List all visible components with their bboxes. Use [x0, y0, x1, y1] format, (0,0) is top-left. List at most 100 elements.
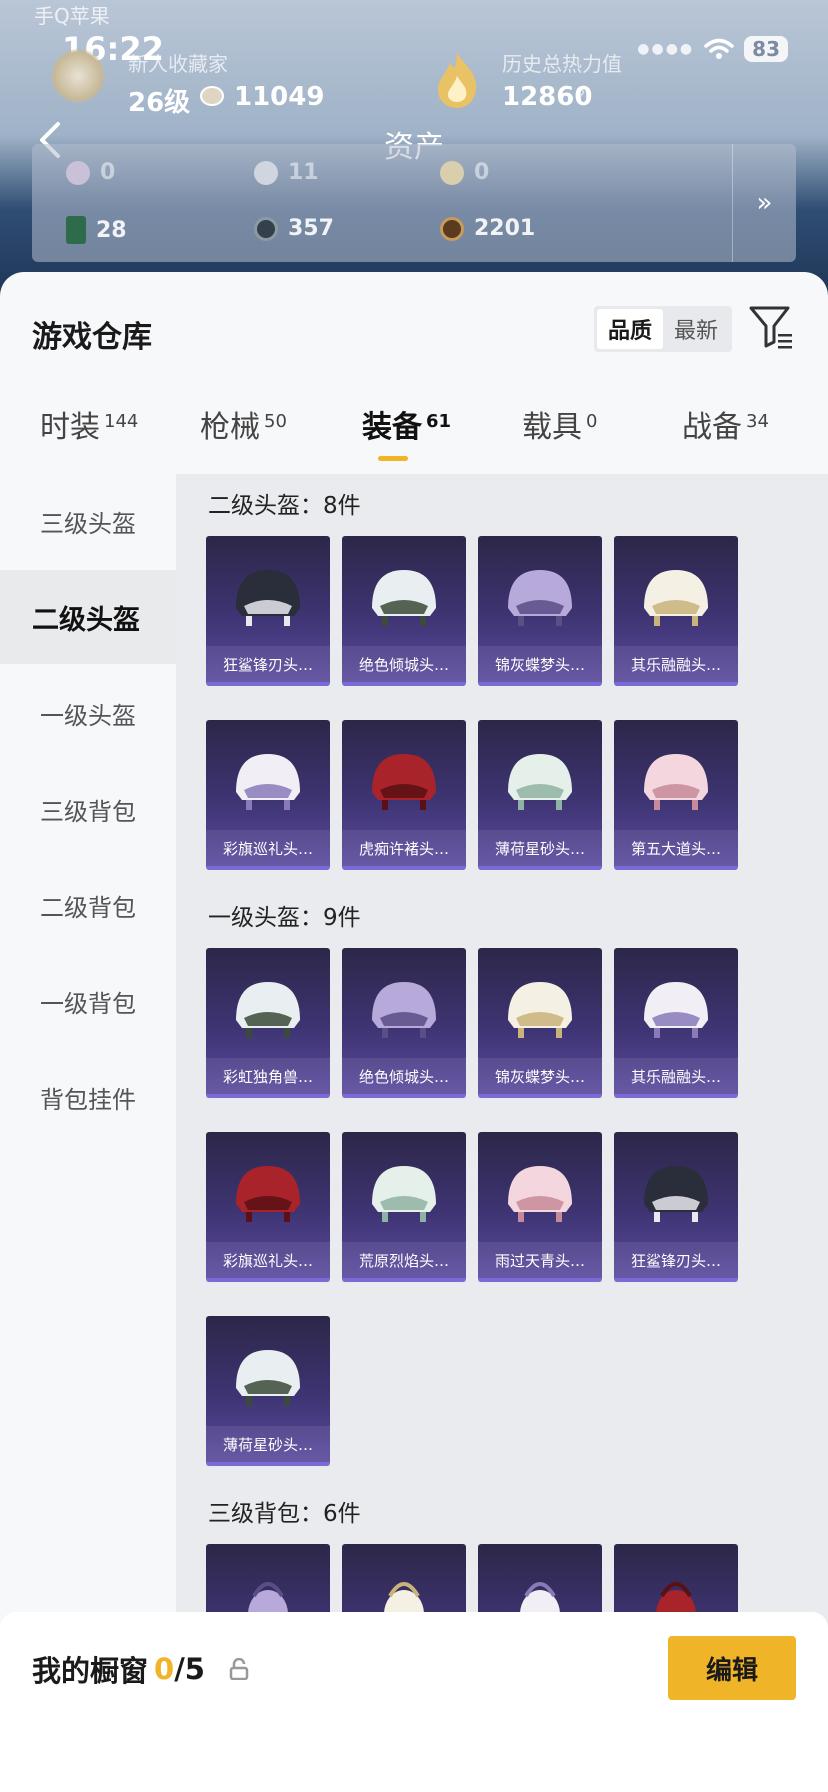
heat-title: 历史总热力值	[502, 52, 622, 76]
asset-item: 11	[254, 160, 319, 185]
wifi-icon	[704, 38, 734, 59]
showcase-total: /5	[174, 1652, 205, 1686]
expand-assets-button[interactable]: »	[732, 144, 796, 262]
collection-banner: 手Q苹果 16:22 ●●●● 83 新人收藏家 26级 11049 历史总热力…	[0, 0, 828, 300]
item-card[interactable]: 狂鲨锋刃头…	[206, 536, 330, 686]
help-icon[interactable]: ?	[576, 86, 586, 107]
lock-icon	[229, 1658, 249, 1680]
signal-icon: ●●●●	[637, 41, 695, 57]
item-name: 锦灰蝶梦头…	[478, 646, 602, 682]
warehouse-sheet: 游戏仓库 品质 最新 时装 144 枪械 50 装备 61 载具 0 战备 34 三级头盔…	[0, 272, 828, 1792]
item-name: 锦灰蝶梦头…	[478, 1058, 602, 1094]
item-card[interactable]: 雨过天青头…	[478, 1132, 602, 1282]
helmet-icon	[236, 982, 300, 1038]
showcase-label: 我的橱窗 0 /5	[32, 1648, 249, 1690]
item-card[interactable]: 薄荷星砂头…	[206, 1316, 330, 1466]
item-card[interactable]: 其乐融融头…	[614, 536, 738, 686]
tab-gear[interactable]: 战备 34	[682, 402, 769, 446]
item-card[interactable]: 薄荷星砂头…	[478, 720, 602, 870]
item-card[interactable]: 锦灰蝶梦头…	[478, 536, 602, 686]
item-card[interactable]: 彩旗巡礼头…	[206, 1132, 330, 1282]
helmet-icon	[236, 570, 300, 626]
helmet-icon	[508, 982, 572, 1038]
sidebar-item-backpack-charm[interactable]: 背包挂件	[0, 1050, 176, 1144]
item-name: 狂鲨锋刃头…	[614, 1242, 738, 1278]
showcase-bar: 我的橱窗 0 /5 编辑	[0, 1612, 828, 1792]
sidebar-item-level1-helmet[interactable]: 一级头盔	[0, 666, 176, 760]
item-card[interactable]: 第五大道头…	[614, 720, 738, 870]
item-name: 薄荷星砂头…	[206, 1426, 330, 1462]
item-card[interactable]: 锦灰蝶梦头…	[478, 948, 602, 1098]
showcase-count: 0	[154, 1652, 175, 1686]
sidebar-item-level1-backpack[interactable]: 一级背包	[0, 954, 176, 1048]
tab-equipment[interactable]: 装备 61	[362, 402, 451, 446]
item-name: 薄荷星砂头…	[478, 830, 602, 866]
sidebar-item-level3-helmet[interactable]: 三级头盔	[0, 474, 176, 568]
collector-badge-icon	[50, 48, 106, 104]
helmet-icon	[372, 1166, 436, 1222]
warehouse-title: 游戏仓库	[32, 320, 152, 355]
helmet-icon	[236, 1350, 300, 1406]
battery-icon: 83	[744, 36, 788, 62]
item-name: 其乐融融头…	[614, 1058, 738, 1094]
item-grid: 二级头盔：8件 狂鲨锋刃头… 绝色倾城头… 锦灰蝶梦头… 其乐融融头… 彩旗巡礼头… 虎痴许…	[176, 474, 828, 1792]
helmet-icon	[644, 1166, 708, 1222]
asset-item: 28	[66, 216, 127, 244]
edit-button[interactable]: 编辑	[668, 1636, 796, 1700]
helmet-icon	[372, 754, 436, 810]
item-name: 第五大道头…	[614, 830, 738, 866]
item-card[interactable]: 其乐融融头…	[614, 948, 738, 1098]
helmet-icon	[644, 982, 708, 1038]
item-card[interactable]: 荒原烈焰头…	[342, 1132, 466, 1282]
card-icon	[66, 216, 86, 244]
sidebar-item-level3-backpack[interactable]: 三级背包	[0, 762, 176, 856]
helmet-icon	[372, 570, 436, 626]
helmet-icon	[644, 570, 708, 626]
item-name: 彩旗巡礼头…	[206, 830, 330, 866]
asset-item: 357	[254, 216, 334, 241]
item-card[interactable]: 绝色倾城头…	[342, 948, 466, 1098]
helmet-icon	[372, 982, 436, 1038]
asset-item: 2201	[440, 216, 535, 241]
silver-coin-icon	[254, 160, 278, 185]
asset-item: 0	[66, 160, 115, 185]
gem-icon	[66, 160, 90, 185]
collector-level: 26级	[128, 88, 191, 118]
helmet-icon	[508, 754, 572, 810]
sort-toggle[interactable]: 品质 最新	[594, 306, 732, 352]
collector-coin-icon	[200, 86, 224, 106]
item-name: 荒原烈焰头…	[342, 1242, 466, 1278]
sidebar-item-level2-helmet[interactable]: 二级头盔	[0, 570, 176, 664]
item-name: 雨过天青头…	[478, 1242, 602, 1278]
item-card[interactable]: 彩旗巡礼头…	[206, 720, 330, 870]
item-name: 狂鲨锋刃头…	[206, 646, 330, 682]
collector-title: 新人收藏家	[128, 52, 228, 76]
helmet-icon	[236, 1166, 300, 1222]
tab-fashion[interactable]: 时装 144	[40, 402, 138, 446]
bronze-coin-icon	[440, 216, 464, 241]
sort-quality-option[interactable]: 品质	[597, 309, 663, 349]
filter-icon[interactable]	[748, 304, 794, 350]
item-card[interactable]: 绝色倾城头…	[342, 536, 466, 686]
item-name: 绝色倾城头…	[342, 1058, 466, 1094]
helmet-icon	[508, 570, 572, 626]
gold-coin-icon	[440, 160, 464, 185]
flame-icon	[438, 52, 477, 108]
item-card[interactable]: 狂鲨锋刃头…	[614, 1132, 738, 1282]
asset-panel: 0 11 0 28 357 2201 »	[32, 144, 796, 262]
dark-coin-icon	[254, 216, 278, 241]
item-card[interactable]: 彩虹独角兽…	[206, 948, 330, 1098]
carrier-label: 手Q苹果	[34, 4, 110, 28]
tab-firearms[interactable]: 枪械 50	[200, 402, 287, 446]
sidebar-item-level2-backpack[interactable]: 二级背包	[0, 858, 176, 952]
item-card[interactable]: 虎痴许褚头…	[342, 720, 466, 870]
item-name: 其乐融融头…	[614, 646, 738, 682]
collector-coins: 11049	[234, 82, 325, 112]
sort-newest-option[interactable]: 最新	[663, 309, 729, 349]
tab-vehicles[interactable]: 载具 0	[522, 402, 597, 446]
category-tabs: 时装 144 枪械 50 装备 61 载具 0 战备 34	[0, 402, 828, 468]
asset-item: 0	[440, 160, 489, 185]
helmet-icon	[644, 754, 708, 810]
section-title: 三级背包：6件	[208, 1501, 361, 1527]
subcategory-sidebar: 三级头盔 二级头盔 一级头盔 三级背包 二级背包 一级背包 背包挂件	[0, 474, 176, 1792]
